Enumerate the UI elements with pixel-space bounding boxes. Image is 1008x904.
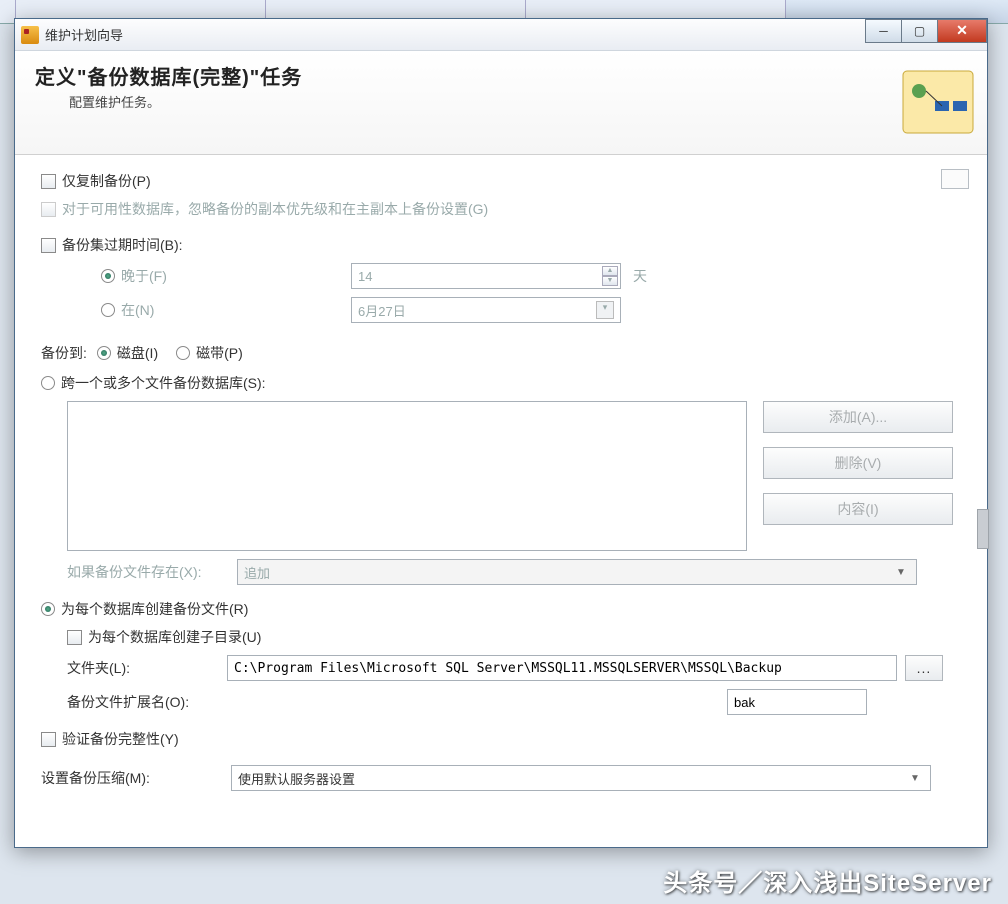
per-db-label: 为每个数据库创建备份文件(R) — [61, 599, 248, 619]
expire-date-picker: 6月27日 ▾ — [351, 297, 621, 323]
availability-row: 对于可用性数据库，忽略备份的副本优先级和在主副本上备份设置(G) — [41, 199, 973, 219]
copy-only-label: 仅复制备份(P) — [62, 171, 151, 191]
titlebar: 维护计划向导 ─ ▢ ✕ — [15, 19, 987, 51]
wizard-body: 仅复制备份(P) 对于可用性数据库，忽略备份的副本优先级和在主副本上备份设置(G… — [15, 155, 987, 807]
expire-after-radio — [101, 269, 115, 283]
per-db-subdir-checkbox[interactable] — [67, 630, 82, 645]
expire-label: 备份集过期时间(B): — [62, 235, 183, 255]
close-button[interactable]: ✕ — [937, 19, 987, 43]
per-db-subdir-label: 为每个数据库创建子目录(U) — [88, 627, 261, 647]
availability-label: 对于可用性数据库，忽略备份的副本优先级和在主副本上备份设置(G) — [62, 199, 488, 219]
copy-only-checkbox[interactable] — [41, 174, 56, 189]
if-exists-label: 如果备份文件存在(X): — [67, 562, 237, 582]
span-files-label: 跨一个或多个文件备份数据库(S): — [61, 373, 266, 393]
backup-files-listbox[interactable] — [67, 401, 747, 551]
per-db-radio[interactable] — [41, 602, 55, 616]
backup-to-disk-label: 磁盘(I) — [117, 343, 158, 363]
page-title: 定义"备份数据库(完整)"任务 — [35, 61, 967, 90]
compress-label: 设置备份压缩(M): — [41, 768, 231, 788]
window-title: 维护计划向导 — [45, 25, 865, 44]
if-exists-combo: 追加 ▼ — [237, 559, 917, 585]
contents-button: 内容(I) — [763, 493, 953, 525]
availability-checkbox — [41, 202, 56, 217]
expire-date-value: 6月27日 — [358, 301, 406, 320]
expire-days-spinner: 14 ▲▼ — [351, 263, 621, 289]
compress-combo[interactable]: 使用默认服务器设置 ▼ — [231, 765, 931, 791]
maximize-button[interactable]: ▢ — [901, 19, 937, 43]
copy-only-row: 仅复制备份(P) — [41, 171, 973, 191]
spin-down-icon: ▼ — [602, 276, 618, 286]
scrollbar-thumb[interactable] — [977, 509, 989, 549]
calendar-dropdown-icon: ▾ — [596, 301, 614, 319]
expire-checkbox[interactable] — [41, 238, 56, 253]
page-subtitle: 配置维护任务。 — [35, 92, 967, 111]
wizard-graphic-icon — [897, 61, 981, 145]
extension-input[interactable] — [727, 689, 867, 715]
folder-label: 文件夹(L): — [67, 658, 227, 678]
expire-row: 备份集过期时间(B): — [41, 235, 973, 255]
spin-up-icon: ▲ — [602, 266, 618, 276]
window-controls: ─ ▢ ✕ — [865, 19, 987, 43]
expire-days-value: 14 — [358, 269, 372, 284]
expire-after-label: 晚于(F) — [121, 266, 351, 286]
span-files-radio[interactable] — [41, 376, 55, 390]
chevron-down-icon: ▼ — [892, 563, 910, 581]
wizard-window: 维护计划向导 ─ ▢ ✕ 定义"备份数据库(完整)"任务 配置维护任务。 仅复制… — [14, 18, 988, 848]
backup-to-tape-label: 磁带(P) — [196, 343, 243, 363]
folder-input[interactable] — [227, 655, 897, 681]
ext-label: 备份文件扩展名(O): — [67, 692, 727, 712]
chevron-down-icon[interactable]: ▼ — [906, 769, 924, 787]
watermark-text: 头条号／深入浅出SiteServer — [663, 863, 992, 898]
expire-days-unit: 天 — [633, 266, 647, 286]
minimize-button[interactable]: ─ — [865, 19, 901, 43]
backup-to-label: 备份到: — [41, 343, 87, 363]
compress-value: 使用默认服务器设置 — [238, 769, 355, 788]
verify-label: 验证备份完整性(Y) — [62, 729, 179, 749]
browse-button[interactable]: ... — [905, 655, 943, 681]
if-exists-value: 追加 — [244, 563, 270, 582]
expire-on-radio — [101, 303, 115, 317]
verify-checkbox[interactable] — [41, 732, 56, 747]
backup-to-tape-radio[interactable] — [176, 346, 190, 360]
remove-button: 删除(V) — [763, 447, 953, 479]
wizard-header: 定义"备份数据库(完整)"任务 配置维护任务。 — [15, 51, 987, 155]
backup-to-disk-radio[interactable] — [97, 346, 111, 360]
expire-on-label: 在(N) — [121, 300, 351, 320]
app-icon — [21, 26, 39, 44]
add-button: 添加(A)... — [763, 401, 953, 433]
